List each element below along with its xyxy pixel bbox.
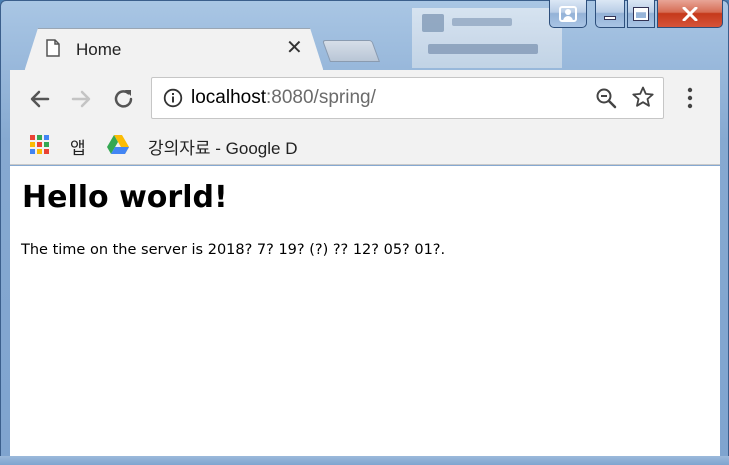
page-content: Hello world! The time on the server is 2… [10, 166, 720, 456]
bookmark-apps-label[interactable]: 앱 [70, 134, 86, 159]
document-icon [46, 39, 60, 57]
caption-buttons [549, 0, 723, 30]
user-profile-button[interactable] [549, 0, 587, 28]
bookmark-lecture-materials[interactable]: 강의자료 - Google D [148, 134, 313, 159]
reload-icon[interactable] [111, 86, 137, 112]
window-bottom-frame [0, 456, 729, 465]
background-window [412, 8, 562, 68]
url-path: :8080/spring/ [266, 87, 376, 108]
close-icon [682, 6, 698, 21]
tab-close-icon[interactable]: ✕ [286, 37, 303, 59]
minimize-icon [604, 15, 616, 20]
maximize-icon [633, 6, 649, 21]
tab-title: Home [76, 40, 122, 59]
info-icon[interactable] [163, 88, 183, 108]
back-arrow-icon[interactable] [27, 86, 53, 112]
user-icon [559, 5, 577, 22]
page-heading: Hello world! [22, 180, 228, 215]
apps-icon[interactable] [30, 135, 50, 155]
forward-arrow-icon[interactable] [68, 86, 94, 112]
new-tab-button[interactable] [321, 40, 381, 62]
url-host: localhost [191, 87, 266, 108]
tab-home[interactable] [24, 28, 324, 72]
close-window-button[interactable] [657, 0, 723, 28]
star-icon[interactable] [631, 85, 655, 109]
zoom-out-icon[interactable] [594, 86, 618, 110]
server-time-text: The time on the server is 2018? 7? 19? (… [21, 242, 446, 258]
maximize-button[interactable] [627, 0, 655, 28]
menu-icon[interactable] [684, 86, 696, 110]
google-drive-icon [107, 135, 129, 154]
minimize-button[interactable] [595, 0, 625, 28]
address-bar-url[interactable]: localhost:8080/spring/ [191, 87, 376, 109]
